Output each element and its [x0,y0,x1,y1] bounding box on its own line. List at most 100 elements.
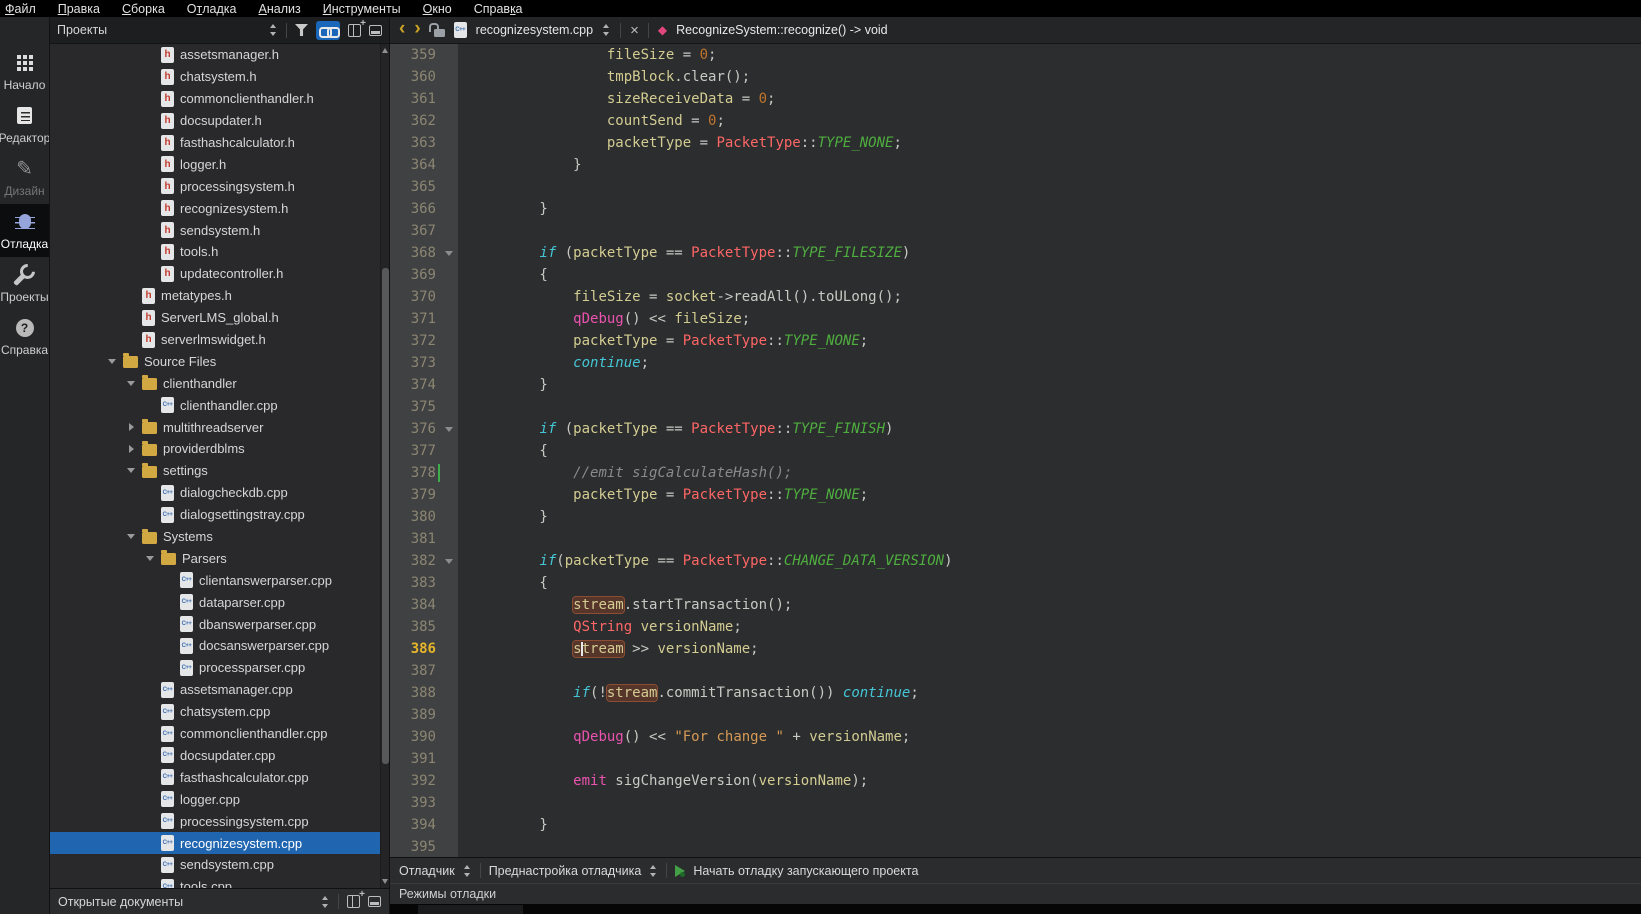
mode-item-question[interactable]: Справка [0,310,49,363]
tree-item-tools.h[interactable]: htools.h [50,241,389,263]
start-debugging-label[interactable]: Начать отладку запускающего проекта [693,864,918,878]
line-number[interactable]: 394 [390,814,458,836]
expand-arrow-icon[interactable] [129,423,134,431]
line-number[interactable]: 379 [390,484,458,506]
mode-item-grid[interactable]: Начало [0,45,49,98]
tree-item-clienthandler[interactable]: clienthandler [50,372,389,394]
line-number[interactable]: 393 [390,792,458,814]
project-tree[interactable]: hassetsmanager.hhchatsystem.hhcommonclie… [50,44,389,888]
tree-item-logger.h[interactable]: hlogger.h [50,153,389,175]
tree-scrollbar[interactable] [380,44,389,888]
menu-item-Правка[interactable]: Правка [47,0,111,17]
tree-item-Parsers[interactable]: Parsers [50,547,389,569]
line-number[interactable]: 385 [390,616,458,638]
tree-item-processingsystem.h[interactable]: hprocessingsystem.h [50,175,389,197]
tree-item-assetsmanager.h[interactable]: hassetsmanager.h [50,44,389,66]
tree-item-clienthandler.cpp[interactable]: C++clienthandler.cpp [50,394,389,416]
collapse-arrow-icon[interactable] [108,359,116,364]
tree-item-chatsystem.h[interactable]: hchatsystem.h [50,66,389,88]
preset-dropdown-icon[interactable] [649,865,658,877]
tree-item-docsanswerparser.cpp[interactable]: C++docsanswerparser.cpp [50,635,389,657]
tree-item-serverlmswidget.h[interactable]: hserverlmswidget.h [50,329,389,351]
tree-item-settings[interactable]: settings [50,460,389,482]
tree-item-metatypes.h[interactable]: hmetatypes.h [50,285,389,307]
collapse-arrow-icon[interactable] [127,468,135,473]
line-number[interactable]: 371 [390,308,458,330]
line-number[interactable]: 366 [390,198,458,220]
code-editor[interactable]: 3593603613623633643653663673683693703713… [390,44,1641,857]
tree-item-commonclienthandler.cpp[interactable]: C++commonclienthandler.cpp [50,723,389,745]
tree-item-sendsystem.h[interactable]: hsendsystem.h [50,219,389,241]
line-number[interactable]: 375 [390,396,458,418]
line-number[interactable]: 395 [390,836,458,857]
debugger-selector-label[interactable]: Отладчик [399,864,455,878]
menu-item-Окно[interactable]: Окно [412,0,463,17]
tree-item-assetsmanager.cpp[interactable]: C++assetsmanager.cpp [50,679,389,701]
back-icon[interactable]: ‹ [399,19,405,38]
menu-item-Файл[interactable]: Файл [0,0,47,17]
tree-item-commonclienthandler.h[interactable]: hcommonclienthandler.h [50,88,389,110]
line-number[interactable]: 360 [390,66,458,88]
line-number[interactable]: 361 [390,88,458,110]
debugger-dropdown-icon[interactable] [463,865,472,877]
line-number[interactable]: 381 [390,528,458,550]
tree-item-ServerLMS_global.h[interactable]: hServerLMS_global.h [50,307,389,329]
menu-item-Анализ[interactable]: Анализ [248,0,312,17]
current-symbol-label[interactable]: RecognizeSystem::recognize() -> void [676,23,888,37]
document-dropdown-icon[interactable] [602,24,611,36]
line-number[interactable]: 391 [390,748,458,770]
line-number[interactable]: 372 [390,330,458,352]
line-number[interactable]: 365 [390,176,458,198]
tree-item-processingsystem.cpp[interactable]: C++processingsystem.cpp [50,810,389,832]
sync-with-editor-icon[interactable] [316,21,340,40]
debugger-preset-label[interactable]: Преднастройка отладчика [489,864,642,878]
filter-icon[interactable] [295,24,308,36]
tree-item-fasthashcalculator.h[interactable]: hfasthashcalculator.h [50,132,389,154]
tree-item-recognizesystem.cpp[interactable]: C++recognizesystem.cpp [50,832,389,854]
forward-icon[interactable]: › [414,19,420,38]
close-panel-icon[interactable] [369,25,382,36]
scrollbar-thumb[interactable] [382,268,389,764]
code-content[interactable]: fileSize = 0; tmpBlock.clear(); sizeRece… [458,44,1641,857]
line-number[interactable]: 370 [390,286,458,308]
line-number[interactable]: 380 [390,506,458,528]
line-number-gutter[interactable]: 3593603613623633643653663673683693703713… [390,44,458,857]
tree-item-clientanswerparser.cpp[interactable]: C++clientanswerparser.cpp [50,569,389,591]
panel-selector-dropdown-icon[interactable] [269,24,278,36]
tree-item-dbanswerparser.cpp[interactable]: C++dbanswerparser.cpp [50,613,389,635]
tree-item-Source Files[interactable]: Source Files [50,350,389,372]
line-number[interactable]: 387 [390,660,458,682]
tree-item-tools.cpp[interactable]: C++tools.cpp [50,876,389,888]
line-number[interactable]: 364 [390,154,458,176]
tree-item-providerdblms[interactable]: providerdblms [50,438,389,460]
panel-selector-dropdown-icon[interactable] [321,896,330,908]
collapse-arrow-icon[interactable] [127,534,135,539]
menu-item-Сборка[interactable]: Сборка [111,0,176,17]
line-number[interactable]: 367 [390,220,458,242]
collapse-arrow-icon[interactable] [146,556,154,561]
line-number[interactable]: 373 [390,352,458,374]
line-number[interactable]: 389 [390,704,458,726]
split-panel-icon[interactable] [348,24,361,37]
line-number[interactable]: 363 [390,132,458,154]
mode-item-bug[interactable]: Отладка [0,204,49,257]
scroll-up-icon[interactable] [382,48,388,53]
fold-arrow-icon[interactable] [445,559,453,564]
scroll-down-icon[interactable] [382,879,388,884]
line-number[interactable]: 390 [390,726,458,748]
tree-item-docsupdater.cpp[interactable]: C++docsupdater.cpp [50,745,389,767]
line-number[interactable]: 368 [390,242,458,264]
mode-item-document[interactable]: Редактор [0,98,49,151]
split-panel-icon[interactable] [347,895,360,908]
line-number[interactable]: 386 [390,638,458,660]
tree-item-chatsystem.cpp[interactable]: C++chatsystem.cpp [50,701,389,723]
tree-item-fasthashcalculator.cpp[interactable]: C++fasthashcalculator.cpp [50,766,389,788]
menu-item-Справка[interactable]: Справка [463,0,534,17]
line-number[interactable]: 377 [390,440,458,462]
mode-item-wrench[interactable]: Проекты [0,257,49,310]
tree-item-logger.cpp[interactable]: C++logger.cpp [50,788,389,810]
line-number[interactable]: 392 [390,770,458,792]
line-number[interactable]: 374 [390,374,458,396]
menu-item-Инструменты[interactable]: Инструменты [312,0,412,17]
line-number[interactable]: 376 [390,418,458,440]
